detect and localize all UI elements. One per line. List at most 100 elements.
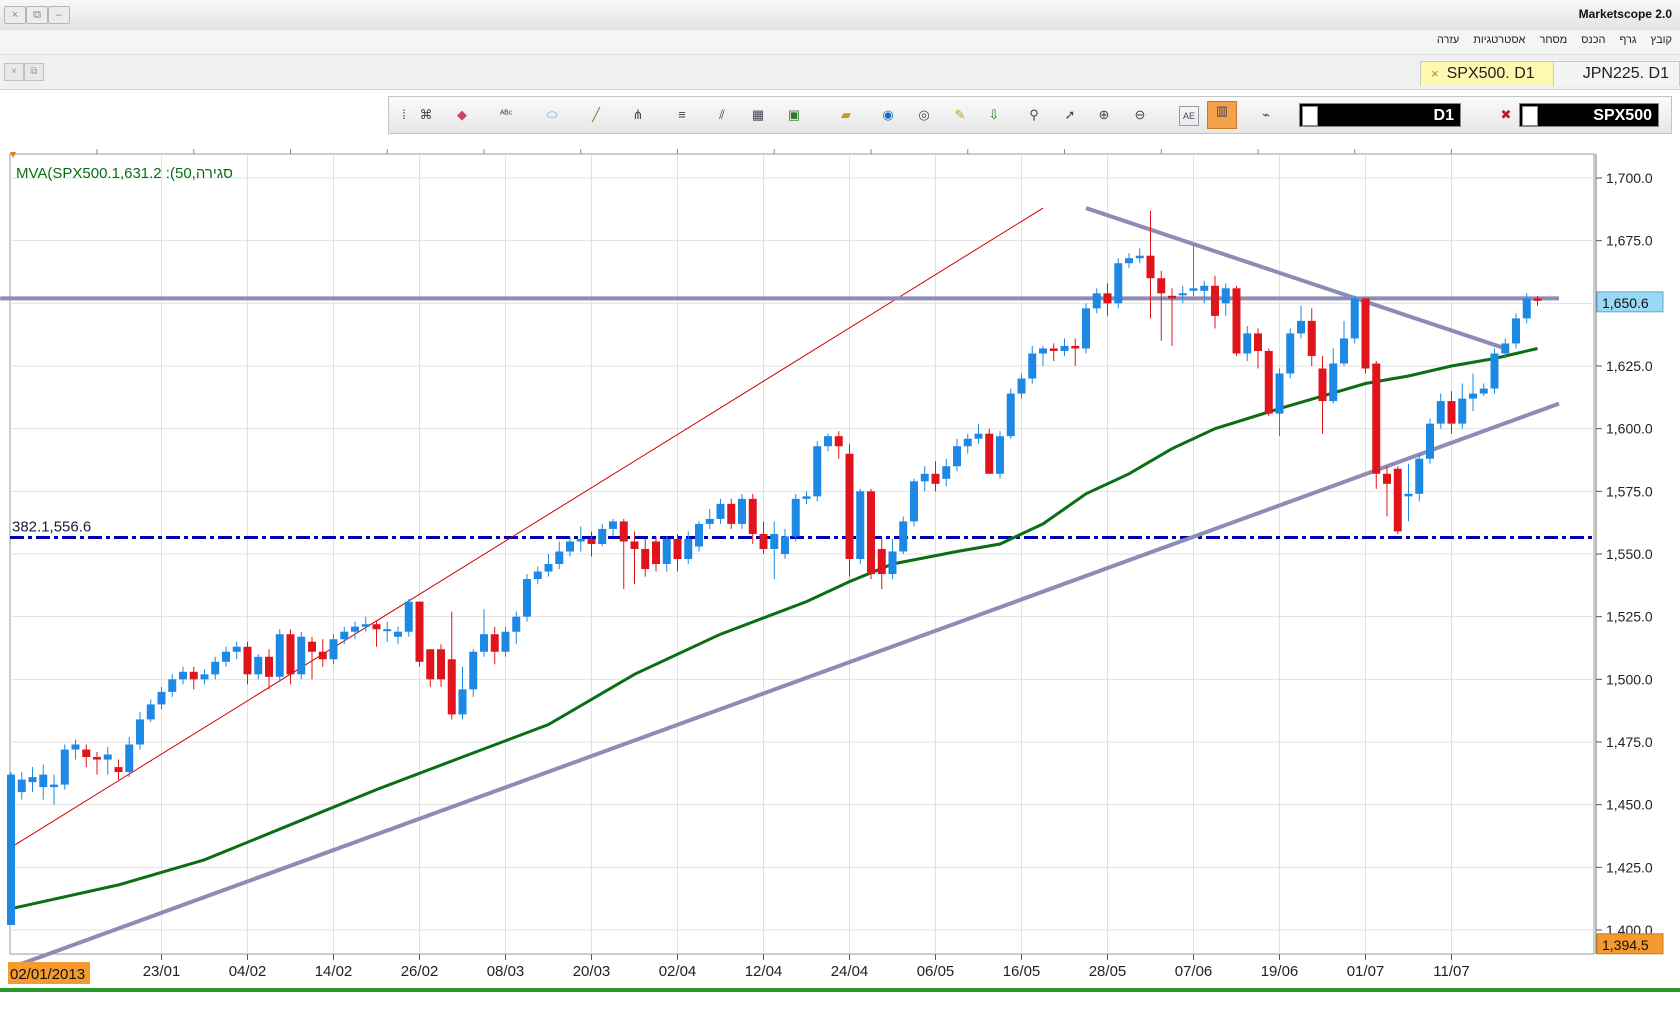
candle-up [1501,343,1510,354]
restore-doc-button[interactable]: ⧉ [24,63,44,81]
symbol-select-handle [1522,106,1538,126]
y-tick-label: 1,625.0 [1606,358,1653,374]
download-icon[interactable]: ⇩ [985,106,1003,124]
indicator-icon[interactable]: ⌁ [1257,106,1275,124]
candle-down [834,436,843,447]
candle-up [716,503,725,519]
text-tool-icon[interactable]: ᴬᴮᶜ [497,106,515,124]
candle-up [705,518,714,524]
restore-window-button[interactable]: ⧉ [26,6,48,24]
chart-window-icon[interactable]: ▦ [749,106,767,124]
cursor-zoom-out-icon[interactable]: ⊖ [1131,106,1149,124]
pin-icon[interactable]: ⁞ [395,106,413,124]
candle-up [404,601,413,632]
line-icon[interactable]: ╱ [587,106,605,124]
candle-down [652,541,660,565]
candle-up [157,691,166,705]
menu-trading[interactable]: מסחר [1539,34,1567,46]
candle-up [813,446,822,497]
parallel-icon[interactable]: ⫽ [713,106,731,124]
candle-up [1178,293,1187,296]
candle-up [953,446,961,467]
tree-icon[interactable]: ⌘ [417,106,435,124]
candle-up [1039,348,1047,354]
timeframe-select-handle [1302,106,1318,126]
candle-up [103,754,112,760]
price-chart[interactable]: 1,700.01,675.01,650.01,625.01,600.01,575… [0,136,1680,1013]
pane-icon[interactable]: AE [1179,106,1199,126]
candle-up [1512,318,1520,344]
candle-down [1071,345,1080,349]
candle-up [770,533,779,549]
eye-icon[interactable]: ◎ [915,106,933,124]
menu-file[interactable]: קובץ [1651,34,1672,46]
close-window-button[interactable]: × [4,6,26,24]
candle-up [232,646,241,652]
picture-icon[interactable]: ▣ [785,106,803,124]
close-doc-button[interactable]: × [4,63,24,81]
candle-up [1092,293,1101,309]
candle-up [480,634,488,652]
candle-down [415,601,424,662]
start-date-label: 02/01/2013 [10,966,85,983]
candle-down [931,473,940,484]
document-tab-bar: × ⧉ × SPX500. D1 JPN225. D1 [0,55,1680,90]
y-tick-label: 1,575.0 [1606,483,1653,499]
candle-up [1286,333,1295,374]
ruler-icon[interactable]: ▰ [837,106,855,124]
candle-up [136,719,144,745]
candle-up [17,779,26,793]
candle-down [1254,333,1262,351]
candle-up [533,571,542,580]
x-tick-label: 26/02 [401,963,439,980]
timeframe-select[interactable]: D1 [1299,103,1461,127]
symbol-value: SPX500 [1593,107,1652,124]
candle-up [1522,298,1531,319]
candle-up [609,521,617,529]
candle-up [469,651,478,690]
hide-icon[interactable]: ✖ [1497,106,1515,124]
lines-icon[interactable]: ≡ [673,106,691,124]
menu-bar: קובץ גרף הכנס מסחר אסטרטגיות עזרה [0,30,1680,55]
chart-area[interactable]: 1,700.01,675.01,650.01,625.01,600.01,575… [0,136,1680,1013]
menu-insert[interactable]: הכנס [1581,34,1605,46]
candle-up [738,498,746,524]
candle-up [1436,401,1445,424]
x-tick-label: 11/07 [1433,963,1469,980]
candle-up [695,523,703,547]
zoom-icon[interactable]: ⚲ [1025,106,1043,124]
symbol-select[interactable]: SPX500 [1519,103,1659,127]
candle-up [275,634,284,677]
candle-down [265,656,273,677]
candle-up [39,774,48,788]
menu-chart[interactable]: גרף [1619,34,1636,46]
cursor-zoom-icon[interactable]: ⊕ [1095,106,1113,124]
cursor-icon[interactable]: ➚ [1061,106,1079,124]
candle-up [1221,288,1230,304]
candle-up [1006,393,1015,437]
candle-down [243,646,252,675]
x-tick-label: 08/03 [487,963,525,980]
candle-up [910,481,918,522]
grid-icon[interactable]: ▥ [1207,101,1237,129]
candle-up [1340,338,1348,364]
minimize-window-button[interactable]: – [48,6,70,24]
close-tab-icon[interactable]: × [1431,66,1439,81]
tab-spx500[interactable]: × SPX500. D1 [1420,61,1562,86]
candle-down [641,548,650,570]
candle-up [1189,288,1198,291]
menu-strategies[interactable]: אסטרטגיות [1473,34,1525,46]
menu-help[interactable]: עזרה [1437,34,1459,46]
globe-icon[interactable]: ◉ [879,106,897,124]
tab-jpn225[interactable]: JPN225. D1 [1553,61,1680,86]
ellipse-icon[interactable]: ⬭ [543,106,561,124]
eraser-icon[interactable]: ◆ [453,106,471,124]
candle-down [867,491,875,575]
y-tick-label: 1,475.0 [1606,734,1653,750]
fork-icon[interactable]: ⋔ [629,106,647,124]
edit-icon[interactable]: ✎ [951,106,969,124]
candle-up [297,636,306,675]
x-tick-label: 24/04 [831,963,869,980]
y-tick-label: 1,425.0 [1606,859,1653,875]
candle-down [82,749,91,758]
